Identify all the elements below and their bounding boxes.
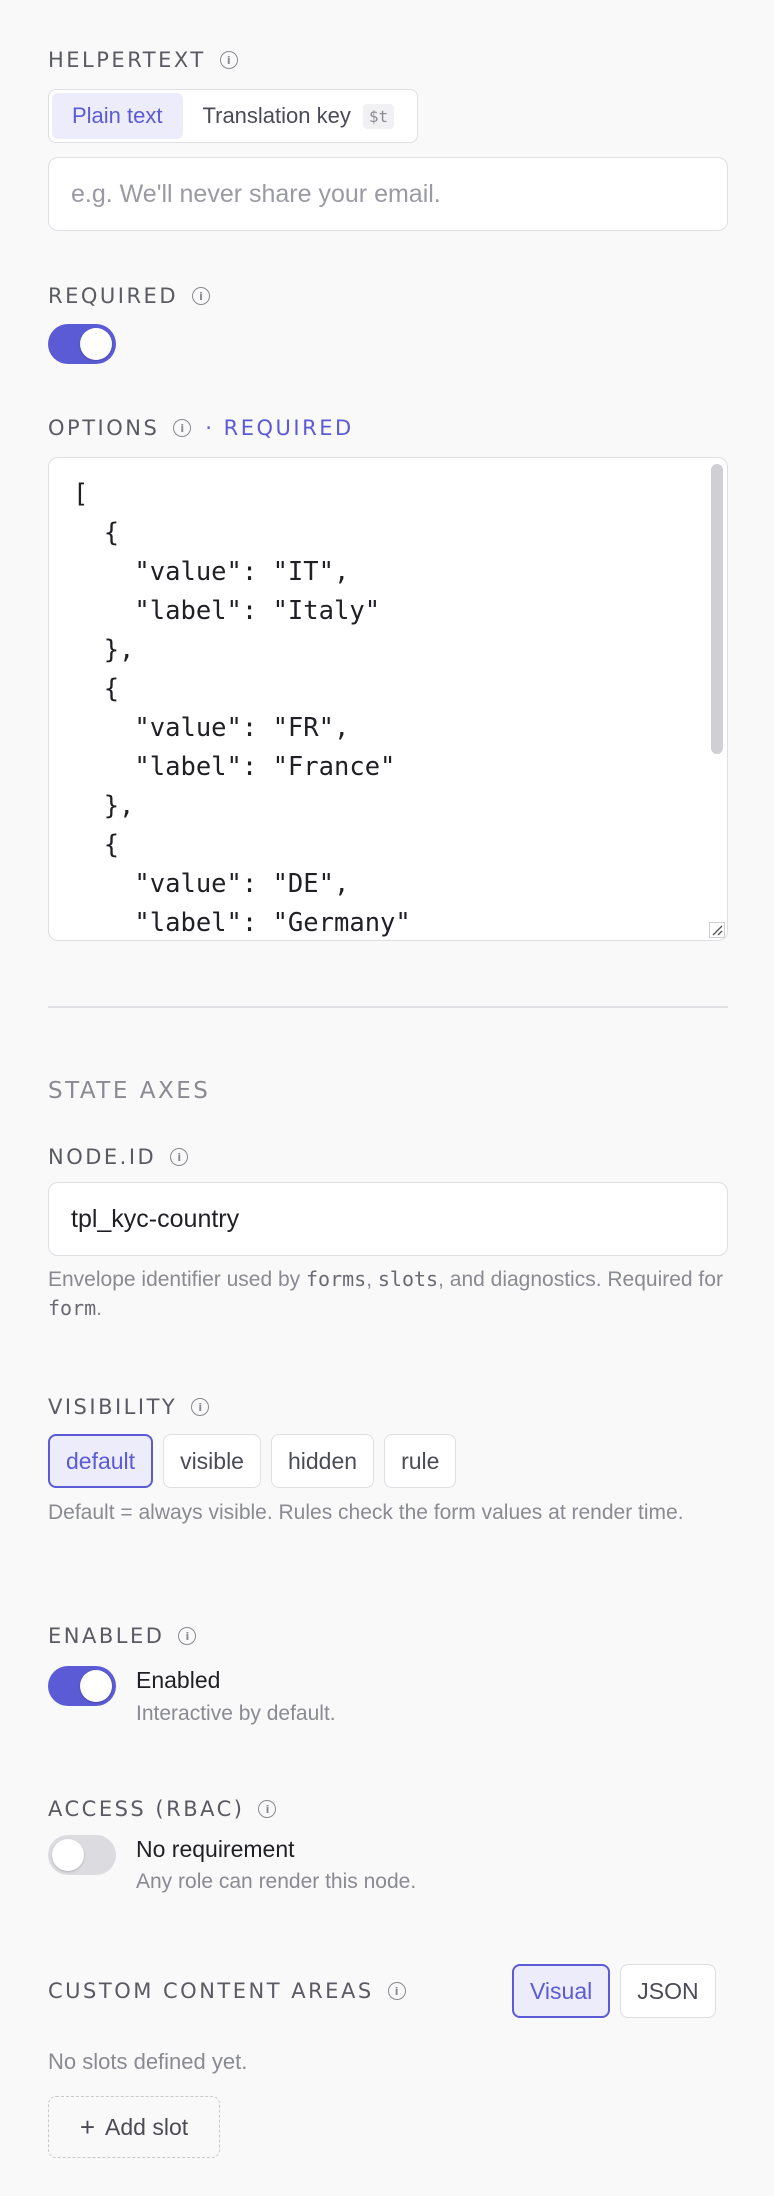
info-icon[interactable]: i — [191, 287, 210, 305]
state-axes-heading: STATE AXES — [48, 1078, 211, 1104]
enabled-toggle[interactable] — [48, 1666, 116, 1706]
required-label-text: REQUIRED — [48, 284, 178, 308]
helpertext-label-text: HELPERTEXT — [48, 48, 206, 72]
enabled-subtitle: Interactive by default. — [136, 1702, 336, 1725]
enabled-label: ENABLED i — [48, 1622, 197, 1650]
required-label: REQUIRED i — [48, 282, 210, 310]
info-icon[interactable]: i — [173, 419, 192, 437]
info-icon[interactable]: i — [191, 1398, 210, 1416]
info-icon[interactable]: i — [387, 1982, 406, 2000]
info-icon[interactable]: i — [178, 1627, 197, 1645]
info-icon[interactable]: i — [170, 1148, 189, 1166]
translation-key-chip: $t — [362, 103, 395, 129]
visibility-label: VISIBILITY i — [48, 1393, 210, 1421]
add-slot-label: Add slot — [105, 2113, 189, 2140]
required-tag: · REQUIRED — [205, 416, 354, 440]
node-id-label-text: NODE.ID — [48, 1145, 157, 1169]
plain-text-mode-button[interactable]: Plain text — [52, 93, 183, 139]
access-label-text: ACCESS (RBAC) — [48, 1797, 245, 1821]
visibility-rule-button[interactable]: rule — [384, 1434, 457, 1488]
editor-scrollbar[interactable] — [711, 464, 723, 934]
scrollbar-thumb[interactable] — [711, 464, 723, 754]
node-id-label: NODE.ID i — [48, 1143, 189, 1171]
enabled-title: Enabled — [136, 1667, 221, 1693]
access-label: ACCESS (RBAC) i — [48, 1795, 277, 1823]
visibility-help: Default = always visible. Rules check th… — [48, 1501, 684, 1524]
custom-content-mode-toggle: Visual JSON — [512, 1964, 716, 2018]
toggle-knob — [80, 328, 112, 360]
access-title: No requirement — [136, 1836, 295, 1862]
access-subtitle: Any role can render this node. — [136, 1870, 417, 1893]
node-id-help: Envelope identifier used by forms, slots… — [48, 1267, 723, 1320]
add-slot-button[interactable]: + Add slot — [48, 2096, 220, 2158]
options-label: OPTIONS i · REQUIRED — [48, 414, 354, 442]
node-id-input[interactable]: tpl_kyc-country — [48, 1182, 728, 1256]
translation-key-label: Translation key — [202, 103, 351, 128]
helpertext-label: HELPERTEXT i — [48, 46, 238, 74]
translation-key-mode-button[interactable]: Translation key $t — [183, 93, 415, 139]
visibility-visible-button[interactable]: visible — [163, 1434, 261, 1488]
helpertext-input[interactable]: e.g. We'll never share your email. — [48, 157, 728, 231]
enabled-label-text: ENABLED — [48, 1624, 165, 1648]
json-mode-button[interactable]: JSON — [620, 1964, 716, 2018]
visibility-options: default visible hidden rule — [48, 1434, 457, 1488]
info-icon[interactable]: i — [258, 1800, 277, 1818]
helpertext-mode-toggle: Plain text Translation key $t — [48, 89, 419, 143]
custom-content-label: CUSTOM CONTENT AREAS i — [48, 1977, 406, 2005]
section-divider — [48, 1006, 728, 1008]
options-label-text: OPTIONS — [48, 416, 160, 440]
access-toggle[interactable] — [48, 1835, 116, 1875]
options-json-editor[interactable]: [ { "value": "IT", "label": "Italy" }, {… — [48, 457, 728, 941]
visibility-label-text: VISIBILITY — [48, 1395, 178, 1419]
no-slots-text: No slots defined yet. — [48, 2049, 248, 2074]
options-json-code: [ { "value": "IT", "label": "Italy" }, {… — [73, 479, 411, 938]
visibility-hidden-button[interactable]: hidden — [270, 1434, 375, 1488]
required-toggle[interactable] — [48, 324, 116, 364]
visibility-default-button[interactable]: default — [48, 1434, 154, 1488]
info-icon[interactable]: i — [219, 51, 238, 69]
custom-content-label-text: CUSTOM CONTENT AREAS — [48, 1979, 374, 2003]
toggle-knob — [52, 1839, 84, 1871]
plus-icon: + — [79, 2112, 96, 2142]
visual-mode-button[interactable]: Visual — [512, 1964, 611, 2018]
toggle-knob — [80, 1670, 112, 1702]
resize-handle-icon[interactable] — [709, 922, 725, 938]
